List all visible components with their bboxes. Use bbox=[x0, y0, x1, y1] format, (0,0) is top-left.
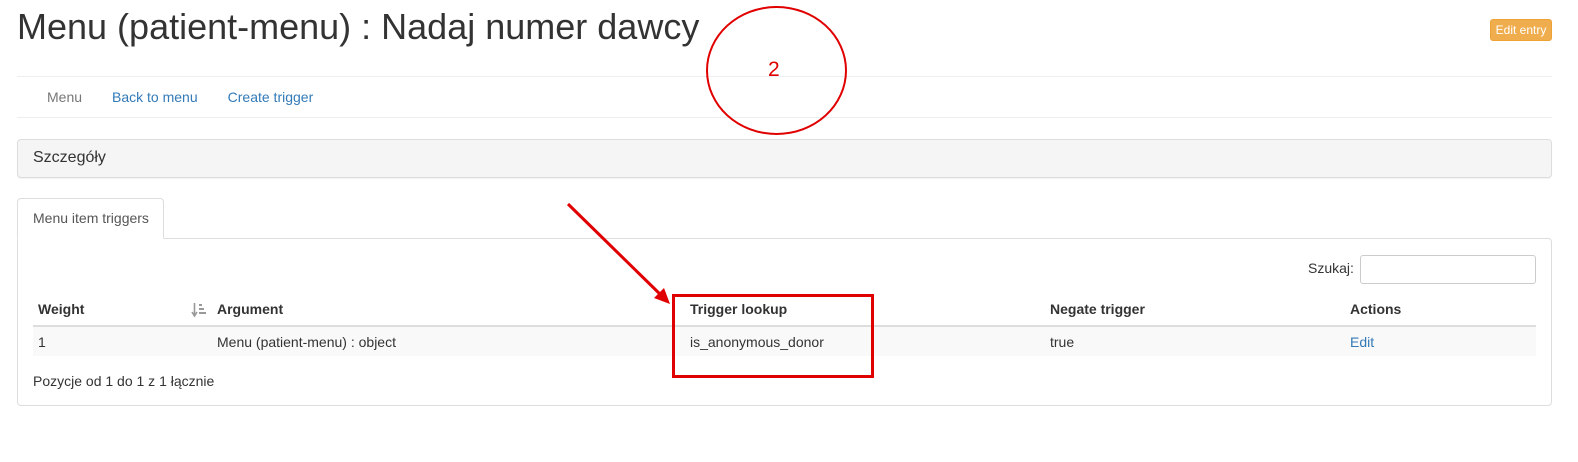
cell-weight: 1 bbox=[38, 334, 46, 350]
tab-menu-item-triggers[interactable]: Menu item triggers bbox=[17, 198, 164, 239]
search-input[interactable] bbox=[1360, 255, 1536, 284]
cell-argument: Menu (patient-menu) : object bbox=[217, 334, 396, 350]
details-panel[interactable]: Szczegóły bbox=[17, 139, 1552, 178]
back-to-menu-link[interactable]: Back to menu bbox=[97, 89, 213, 105]
column-header-actions[interactable]: Actions bbox=[1350, 301, 1401, 317]
annotation-step-number: 2 bbox=[768, 58, 780, 81]
column-header-negate-trigger[interactable]: Negate trigger bbox=[1050, 301, 1145, 317]
search-label: Szukaj: bbox=[1308, 260, 1354, 276]
page-title: Menu (patient-menu) : Nadaj numer dawcy bbox=[17, 6, 700, 47]
annotation-highlight-box bbox=[672, 294, 874, 378]
nav-item-menu: Menu bbox=[47, 89, 83, 105]
details-panel-title: Szczegóły bbox=[33, 149, 106, 166]
page-nav: Menu Back to menu Create trigger bbox=[17, 78, 328, 116]
page: Menu (patient-menu) : Nadaj numer dawcy … bbox=[0, 0, 1578, 462]
edit-entry-button[interactable]: Edit entry bbox=[1490, 19, 1552, 41]
annotation-arrow-icon bbox=[566, 202, 670, 304]
edit-row-link[interactable]: Edit bbox=[1350, 334, 1374, 350]
column-header-weight[interactable]: Weight bbox=[38, 301, 84, 317]
column-header-argument[interactable]: Argument bbox=[217, 301, 283, 317]
table-info: Pozycje od 1 do 1 z 1 łącznie bbox=[33, 373, 215, 389]
cell-negate-trigger: true bbox=[1050, 334, 1075, 350]
sort-ascending-icon[interactable] bbox=[191, 302, 207, 318]
create-trigger-link[interactable]: Create trigger bbox=[213, 89, 329, 105]
